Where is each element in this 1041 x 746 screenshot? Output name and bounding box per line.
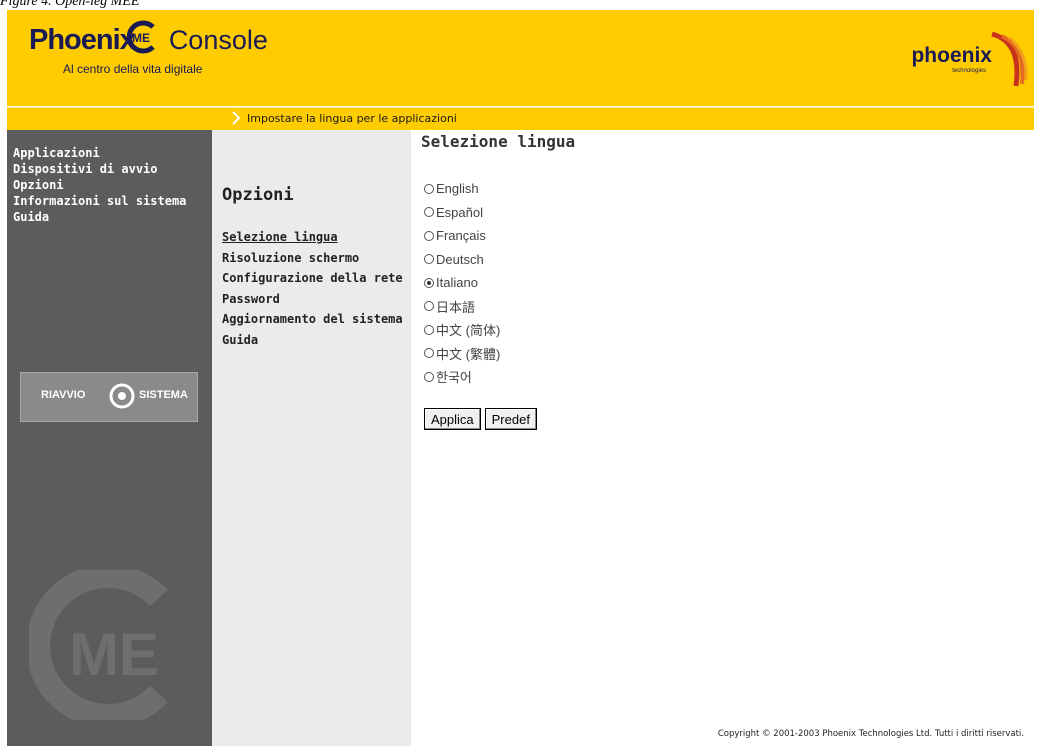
subnav-item-password[interactable]: Password: [222, 289, 403, 310]
radio-button[interactable]: [424, 230, 434, 241]
language-radio-group: English Español Français Deutsch Italian…: [424, 177, 500, 389]
subnav-item-aggiornamento-sistema[interactable]: Aggiornamento del sistema: [222, 309, 403, 330]
radio-button[interactable]: [424, 324, 434, 335]
radio-button[interactable]: [424, 371, 434, 382]
radio-button[interactable]: [424, 301, 434, 312]
phoenix-technologies-logo: [991, 31, 1028, 87]
chevron-right-icon: [232, 111, 241, 125]
restart-label: RIAVVIO: [41, 389, 86, 401]
sidebar-item-opzioni[interactable]: Opzioni: [13, 177, 212, 193]
radio-button[interactable]: [424, 277, 434, 288]
power-icon: [109, 383, 135, 409]
svg-text:ME: ME: [69, 621, 159, 688]
brand-phoenix-text: Phoenix: [29, 24, 136, 56]
brand-console-text: Console: [168, 25, 268, 55]
radio-button[interactable]: [424, 207, 434, 218]
options-sidebar: Opzioni Selezione lingua Risoluzione sch…: [212, 130, 411, 746]
language-label: English: [436, 181, 479, 197]
figure-caption: Figure 4. Open-leg MEE: [0, 0, 140, 8]
breadcrumb-text: Impostare la lingua per le applicazioni: [247, 112, 457, 125]
radio-button[interactable]: [424, 183, 434, 194]
main-content: Selezione lingua English Español Françai…: [411, 130, 1034, 746]
sidebar-item-informazioni-sistema[interactable]: Informazioni sul sistema: [13, 193, 212, 209]
subnav-item-selezione-lingua[interactable]: Selezione lingua: [222, 227, 403, 248]
svg-text:ME: ME: [132, 31, 150, 45]
default-button[interactable]: Predef: [484, 408, 537, 430]
console-window: Phoenix Console ME Al centro della vita d…: [7, 10, 1034, 746]
radio-button[interactable]: [424, 348, 434, 359]
language-label: 中文 (繁體): [436, 346, 501, 362]
subnav-item-guida[interactable]: Guida: [222, 330, 403, 351]
language-label: 中文 (简体): [436, 323, 501, 339]
language-label: Français: [436, 228, 486, 244]
copyright-text: Copyright © 2001-2003 Phoenix Technologi…: [717, 729, 1024, 739]
language-label: Italiano: [436, 275, 478, 291]
subnav-item-configurazione-rete[interactable]: Configurazione della rete: [222, 268, 403, 289]
options-title: Opzioni: [222, 185, 294, 205]
corp-subtitle: technologies: [952, 68, 986, 74]
cme-watermark-logo: ME: [29, 570, 168, 720]
language-option[interactable]: Deutsch: [424, 248, 500, 272]
language-option[interactable]: Español: [424, 201, 500, 225]
header-bar: Phoenix Console ME Al centro della vita d…: [7, 10, 1034, 106]
action-buttons: Applica Predef: [424, 408, 537, 430]
system-label: SISTEMA: [139, 389, 188, 401]
breadcrumb: Impostare la lingua per le applicazioni: [7, 107, 1034, 130]
sidebar-item-guida[interactable]: Guida: [13, 209, 212, 225]
language-label: Español: [436, 204, 483, 220]
language-option[interactable]: 日本語: [424, 295, 500, 319]
language-label: 日本語: [436, 299, 476, 315]
cme-badge-icon: ME: [126, 20, 155, 54]
restart-system-button[interactable]: RIAVVIO SISTEMA: [20, 372, 198, 422]
subnav-item-risoluzione-schermo[interactable]: Risoluzione schermo: [222, 248, 403, 269]
language-option[interactable]: 中文 (简体): [424, 318, 500, 342]
language-option[interactable]: Italiano: [424, 271, 500, 295]
apply-button[interactable]: Applica: [424, 408, 481, 430]
page-title: Selezione lingua: [421, 132, 576, 151]
sidebar-item-dispositivi-di-avvio[interactable]: Dispositivi di avvio: [13, 161, 212, 177]
language-option[interactable]: 中文 (繁體): [424, 342, 500, 366]
radio-button[interactable]: [424, 254, 434, 265]
corp-name: phoenix: [911, 44, 992, 67]
language-option[interactable]: Français: [424, 224, 500, 248]
language-label: 한국어: [436, 370, 472, 386]
language-option[interactable]: 한국어: [424, 365, 500, 389]
brand-tagline: Al centro della vita digitale: [63, 62, 203, 76]
sidebar-item-applicazioni[interactable]: Applicazioni: [13, 145, 212, 161]
language-option[interactable]: English: [424, 177, 500, 201]
main-sidebar: Applicazioni Dispositivi di avvio Opzion…: [7, 130, 212, 746]
language-label: Deutsch: [436, 251, 484, 267]
